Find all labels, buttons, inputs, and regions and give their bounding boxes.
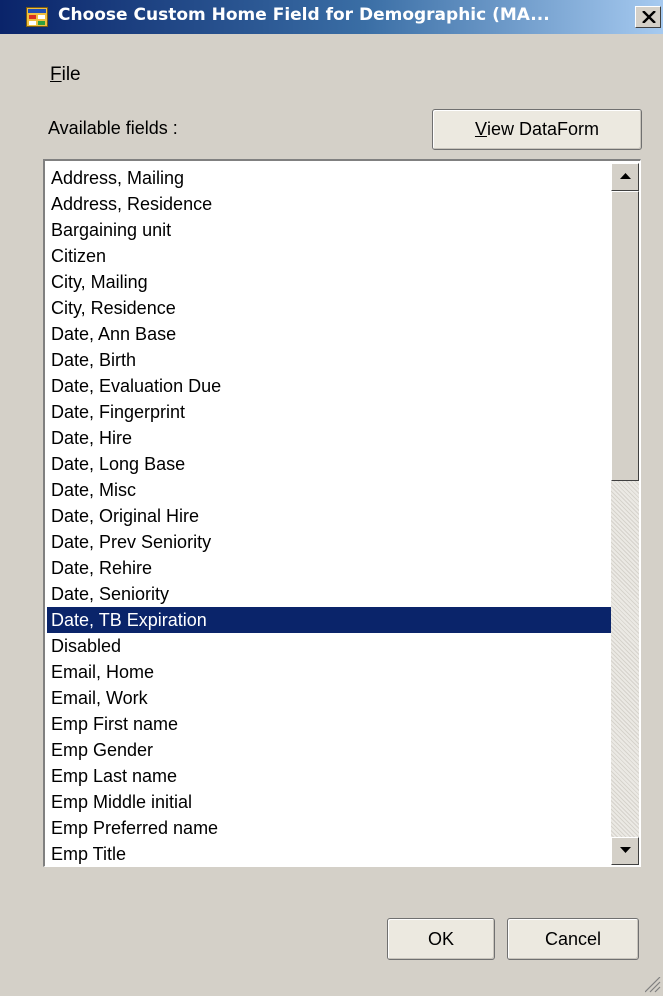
cancel-button[interactable]: Cancel [507,918,639,960]
list-item[interactable]: Date, Long Base [47,451,611,477]
list-item[interactable]: Emp Title [47,841,611,867]
close-x-icon [642,11,656,23]
close-button[interactable] [635,6,661,28]
list-item[interactable]: Emp Gender [47,737,611,763]
menu-bar [0,34,663,86]
list-item[interactable]: Disabled [47,633,611,659]
list-item[interactable]: Date, Evaluation Due [47,373,611,399]
menu-file-accel: F [50,64,62,85]
list-item[interactable]: Date, Fingerprint [47,399,611,425]
list-item[interactable]: Citizen [47,243,611,269]
list-item[interactable]: Address, Residence [47,191,611,217]
resize-grip-icon[interactable] [645,977,661,993]
list-item[interactable]: Bargaining unit [47,217,611,243]
list-item[interactable]: Email, Home [47,659,611,685]
form-window-icon [26,7,48,27]
list-items: Address, Mailing Address, Residence Bargai… [47,165,611,867]
available-fields-label: Available fields : [48,118,178,138]
list-item[interactable]: Date, Seniority [47,581,611,607]
list-item[interactable]: Date, Misc [47,477,611,503]
list-item[interactable]: Email, Work [47,685,611,711]
view-dataform-rest: iew DataForm [486,119,600,139]
scroll-down-button[interactable] [611,837,639,865]
ok-button[interactable]: OK [387,918,495,960]
list-item[interactable]: Date, Prev Seniority [47,529,611,555]
window-title: Choose Custom Home Field for Demographic… [58,5,550,25]
list-item[interactable]: City, Residence [47,295,611,321]
list-item[interactable]: Address, Mailing [47,165,611,191]
list-item[interactable]: Emp First name [47,711,611,737]
view-dataform-button[interactable]: View DataForm [432,109,642,150]
menu-file-rest: ile [61,64,81,85]
list-item[interactable]: Date, Original Hire [47,503,611,529]
list-item[interactable]: Date, Rehire [47,555,611,581]
list-item[interactable]: Date, TB Expiration [47,607,611,633]
list-item[interactable]: Emp Middle initial [47,789,611,815]
list-item[interactable]: Emp Last name [47,763,611,789]
list-item[interactable]: City, Mailing [47,269,611,295]
scroll-thumb[interactable] [611,191,639,481]
list-item[interactable]: Emp Preferred name [47,815,611,841]
list-item[interactable]: Date, Ann Base [47,321,611,347]
title-bar[interactable]: Choose Custom Home Field for Demographic… [0,0,663,34]
vertical-scrollbar[interactable] [611,163,639,865]
view-dataform-accel: V [474,119,487,139]
scroll-up-button[interactable] [611,163,639,191]
available-fields-list[interactable]: Address, Mailing Address, Residence Bargai… [43,159,641,867]
arrow-down-icon [620,847,631,853]
list-item[interactable]: Date, Hire [47,425,611,451]
arrow-up-icon [620,173,631,179]
list-item[interactable]: Date, Birth [47,347,611,373]
menu-file[interactable]: File [50,64,81,86]
